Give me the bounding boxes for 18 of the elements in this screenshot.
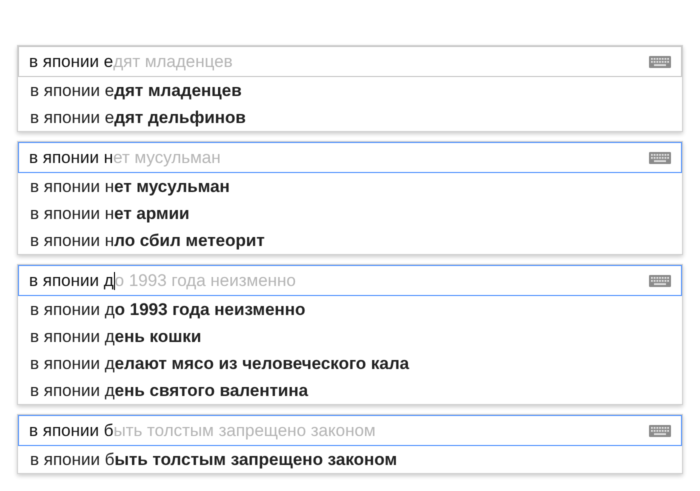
suggestion-item[interactable]: в японии нло сбил метеорит — [18, 227, 682, 254]
suggestion-item[interactable]: в японии день святого валентина — [18, 377, 682, 404]
keyboard-icon[interactable] — [649, 56, 671, 68]
suggestion-item[interactable]: в японии едят дельфинов — [18, 104, 682, 131]
suggestion-item[interactable]: в японии нет мусульман — [18, 173, 682, 200]
suggestion-item[interactable]: в японии быть толстым запрещено законом — [18, 446, 682, 473]
keyboard-icon[interactable] — [649, 424, 671, 436]
keyboard-icon[interactable] — [649, 274, 671, 286]
keyboard-icon[interactable] — [649, 152, 671, 164]
search-field[interactable]: в японии едят младенцев — [18, 46, 682, 77]
suggestion-item[interactable]: в японии едят младенцев — [18, 77, 682, 104]
search-field[interactable]: в японии до 1993 года неизменно — [18, 265, 682, 296]
search-field[interactable]: в японии быть толстым запрещено законом — [18, 415, 682, 446]
suggestion-item[interactable]: в японии день кошки — [18, 323, 682, 350]
suggestion-item[interactable]: в японии нет армии — [18, 200, 682, 227]
suggestion-item[interactable]: в японии до 1993 года неизменно — [18, 296, 682, 323]
search-field[interactable]: в японии нет мусульман — [18, 142, 682, 173]
suggestion-item[interactable]: в японии делают мясо из человеческого кала — [18, 350, 682, 377]
